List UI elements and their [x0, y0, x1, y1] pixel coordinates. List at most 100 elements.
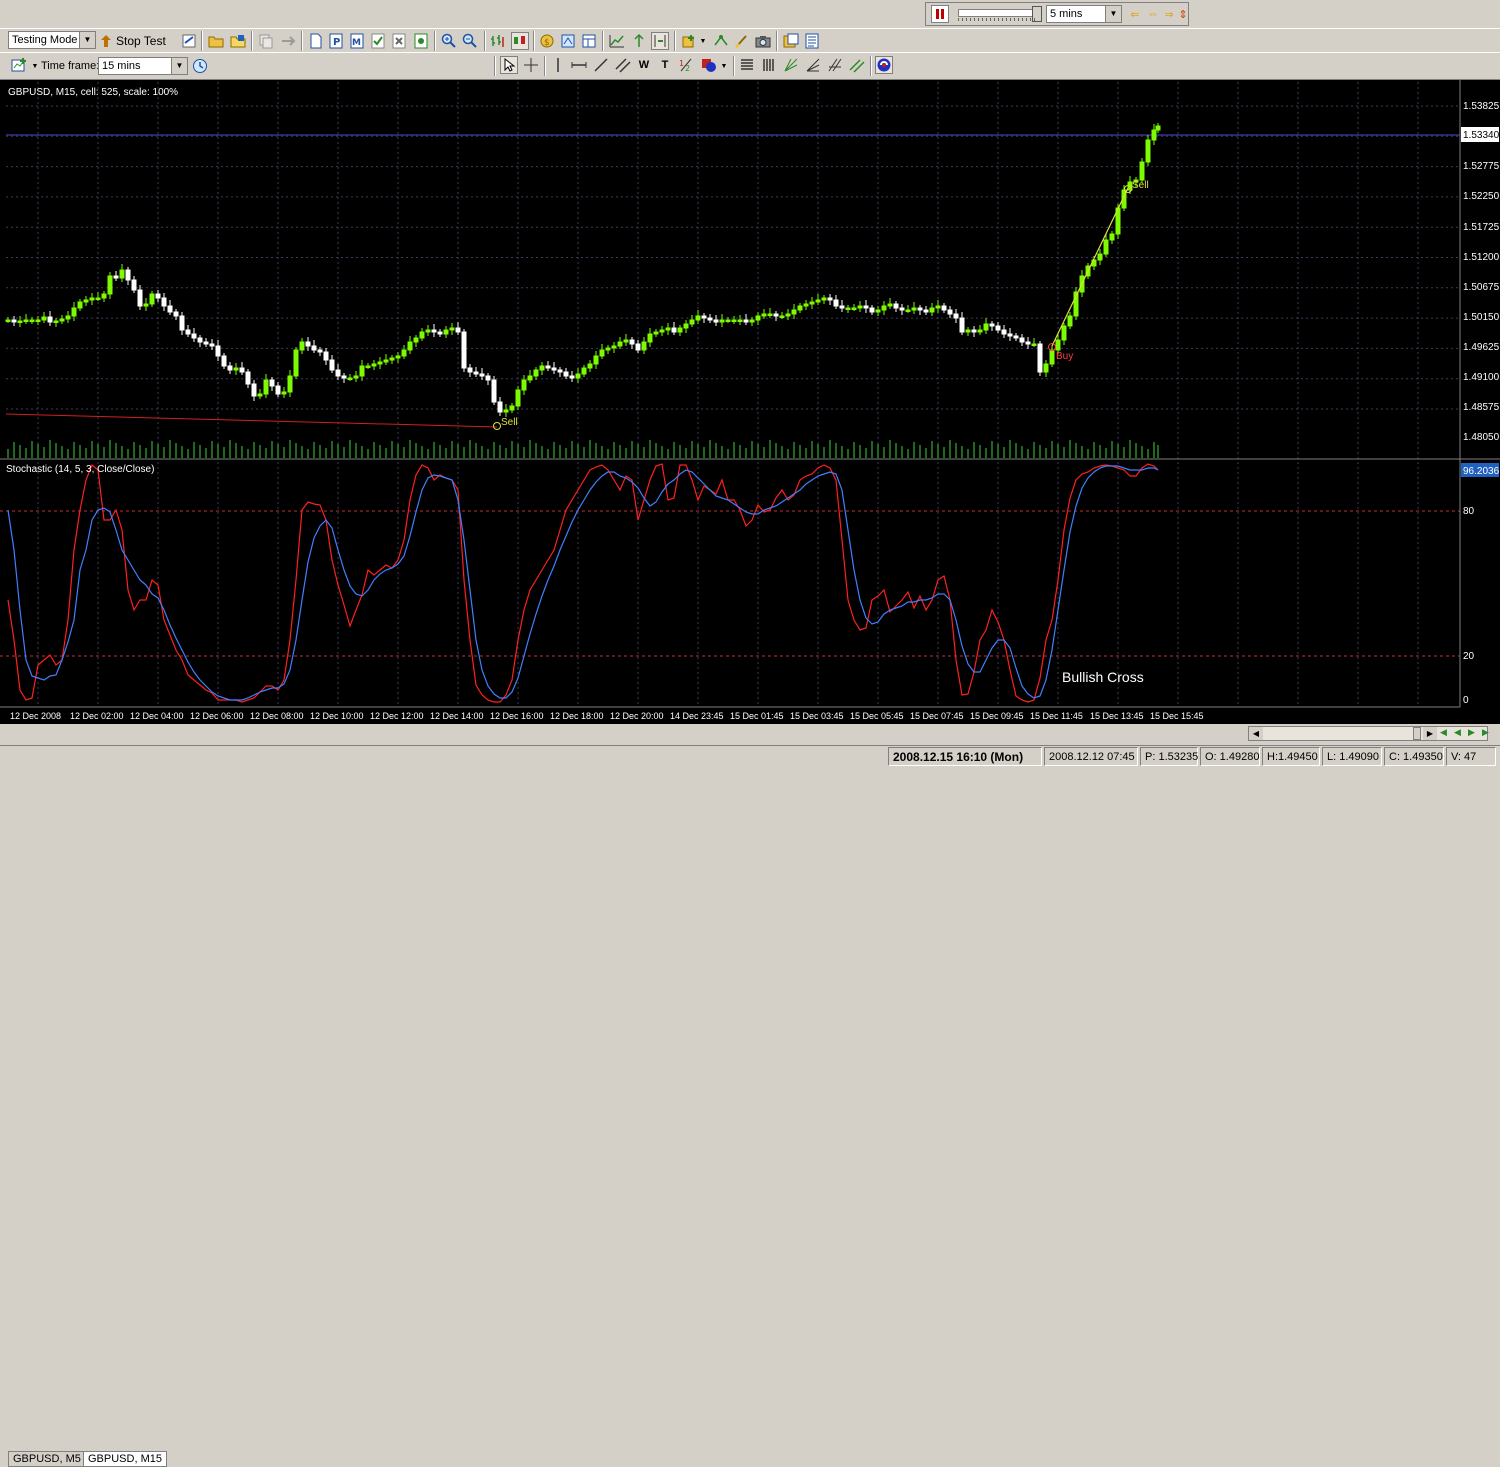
pause-icon[interactable] [931, 5, 949, 23]
nav-last-icon[interactable]: ▶ [1482, 727, 1494, 740]
candle-body [719, 319, 725, 323]
candle-body [209, 343, 215, 347]
zoom-out-icon[interactable] [461, 32, 479, 50]
brush-icon[interactable] [733, 32, 751, 50]
bar-chart-icon[interactable] [489, 32, 507, 50]
check-document-icon[interactable] [369, 32, 387, 50]
stop-test-button[interactable]: Stop Test [99, 31, 166, 51]
time-label: 12 Dec 12:00 [370, 711, 424, 721]
zoom-toggle-icon[interactable]: ⇕ [1174, 5, 1192, 23]
experts-icon[interactable]: $ [538, 32, 556, 50]
refresh-document-icon[interactable] [412, 32, 430, 50]
line-chart-icon[interactable] [608, 32, 626, 50]
scroll-left-icon[interactable]: ◀ [1249, 727, 1263, 740]
tab-gbpusd-m5[interactable]: GBPUSD, M5 [8, 1451, 86, 1467]
hlines-icon[interactable] [738, 56, 756, 74]
indicators-icon[interactable] [680, 32, 698, 50]
candle-body [251, 383, 257, 397]
delete-document-icon[interactable] [390, 32, 408, 50]
candle-body [857, 305, 863, 309]
nav-next-icon[interactable]: ▶ [1468, 727, 1480, 740]
candle-body [761, 313, 767, 317]
chart-shift-icon[interactable] [651, 32, 669, 50]
channel-icon[interactable] [614, 56, 632, 74]
horizontal-line-icon[interactable] [570, 56, 588, 74]
candle-body [863, 305, 869, 309]
p-document-icon[interactable]: P [327, 32, 345, 50]
folder-open-icon[interactable] [229, 32, 247, 50]
m-document-icon[interactable]: M [348, 32, 366, 50]
chart-canvas[interactable]: Sell Buy Sell GBPUSD, M15, cell: 525, sc… [0, 80, 1500, 725]
periods-icon[interactable] [712, 32, 730, 50]
candle-body [515, 389, 521, 407]
candles-icon[interactable] [511, 32, 529, 50]
arrows-icon[interactable] [279, 32, 297, 50]
candle-body [983, 323, 989, 331]
candle-body [161, 297, 167, 307]
timeframe-select[interactable]: 15 mins ▼ [98, 57, 188, 75]
dropdown-arrow-icon[interactable]: ▼ [30, 57, 40, 75]
indicator-levels [0, 510, 1460, 657]
nav-prev-icon[interactable]: ◀ [1454, 727, 1466, 740]
candle-body [905, 309, 911, 312]
clock-icon[interactable] [191, 57, 209, 75]
candle-body [1025, 341, 1031, 345]
gann-fan-icon[interactable] [782, 56, 800, 74]
folder-icon[interactable] [207, 32, 225, 50]
new-chart-icon[interactable] [10, 56, 28, 74]
fibonacci-icon[interactable]: T [656, 56, 674, 74]
pitchfork-icon[interactable] [826, 56, 844, 74]
candle-body [569, 375, 575, 379]
candle-body [1109, 233, 1115, 241]
vertical-line-icon[interactable] [549, 56, 567, 74]
autoscroll-icon[interactable] [630, 32, 648, 50]
vlines-icon[interactable] [760, 56, 778, 74]
dropdown-arrow-icon[interactable]: ▼ [698, 32, 708, 50]
candle-body [701, 315, 707, 319]
chart-window[interactable]: Sell Buy Sell GBPUSD, M15, cell: 525, sc… [0, 79, 1500, 725]
expert-settings-icon[interactable] [559, 32, 577, 50]
tester-timeframe-select[interactable]: 5 mins ▼ [1046, 5, 1122, 23]
skip-back-icon[interactable]: ⇐ [1126, 5, 1144, 23]
candle-body [353, 375, 359, 379]
candle-body [491, 379, 497, 403]
current-price-label: 1.53340 [1463, 130, 1500, 141]
speed-slider[interactable] [958, 6, 1042, 22]
zoom-in-icon[interactable] [440, 32, 458, 50]
numbers-icon[interactable]: 12 [677, 56, 695, 74]
status-datetime: 2008.12.15 16:10 (Mon) [888, 747, 1042, 766]
navigator-icon[interactable] [580, 32, 598, 50]
candle-body [47, 316, 53, 323]
price-label: 1.50150 [1463, 312, 1500, 323]
price-label: 1.52250 [1463, 191, 1500, 202]
new-document-icon[interactable] [307, 32, 325, 50]
candle-body [275, 385, 281, 395]
separator [201, 31, 203, 51]
magnet-icon[interactable] [875, 56, 893, 74]
candle-body [617, 341, 623, 347]
crosshair-icon[interactable] [522, 56, 540, 74]
templates-icon[interactable] [782, 32, 800, 50]
horizontal-scrollbar[interactable]: ◀ ▶ [1248, 726, 1488, 741]
shapes-icon[interactable] [700, 56, 718, 74]
nav-first-icon[interactable]: ◀ [1440, 727, 1452, 740]
scroll-right-icon[interactable]: ▶ [1423, 727, 1437, 740]
camera-icon[interactable] [754, 32, 772, 50]
dropdown-arrow-icon[interactable]: ▼ [719, 57, 729, 75]
candle-body [1055, 339, 1061, 351]
candle-body [959, 317, 965, 333]
wave-icon[interactable]: W [635, 56, 653, 74]
trendline-icon[interactable] [592, 56, 610, 74]
candle-body [419, 331, 425, 339]
gann-grid-icon[interactable] [804, 56, 822, 74]
candle-body [773, 313, 779, 317]
candle-body [1067, 315, 1073, 327]
tab-gbpusd-m15[interactable]: GBPUSD, M15 [83, 1451, 167, 1467]
scroll-thumb[interactable] [1413, 727, 1421, 740]
cursor-icon[interactable] [500, 56, 518, 74]
properties-icon[interactable] [803, 32, 821, 50]
settings-tool-icon[interactable] [180, 32, 198, 50]
copy-icon[interactable] [257, 32, 275, 50]
regression-icon[interactable] [848, 56, 866, 74]
mode-select[interactable]: Testing Mode ▼ [8, 31, 96, 49]
